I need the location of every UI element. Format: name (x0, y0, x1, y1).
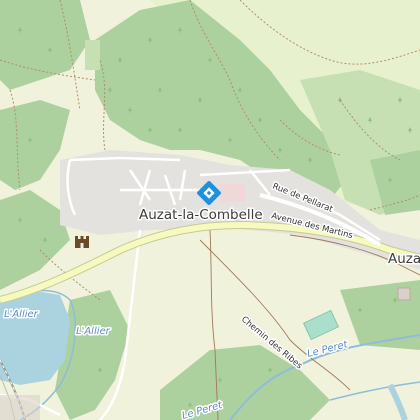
water-label-allier: L'Allier (76, 326, 111, 337)
map-canvas[interactable]: Auzat-la-Combelle Auza Rue de Pellarat A… (0, 0, 420, 420)
school-area (220, 184, 246, 202)
meadow-area (85, 40, 100, 70)
castle-icon[interactable] (75, 236, 89, 248)
industrial-area (0, 395, 40, 420)
water-label-allier: L'Allier (4, 309, 39, 320)
map-view[interactable]: Auzat-la-Combelle Auza Rue de Pellarat A… (0, 0, 420, 420)
town-label-cut[interactable]: Auza (387, 250, 420, 269)
town-label[interactable]: Auzat-la-Combelle (138, 206, 265, 225)
building (397, 287, 411, 301)
